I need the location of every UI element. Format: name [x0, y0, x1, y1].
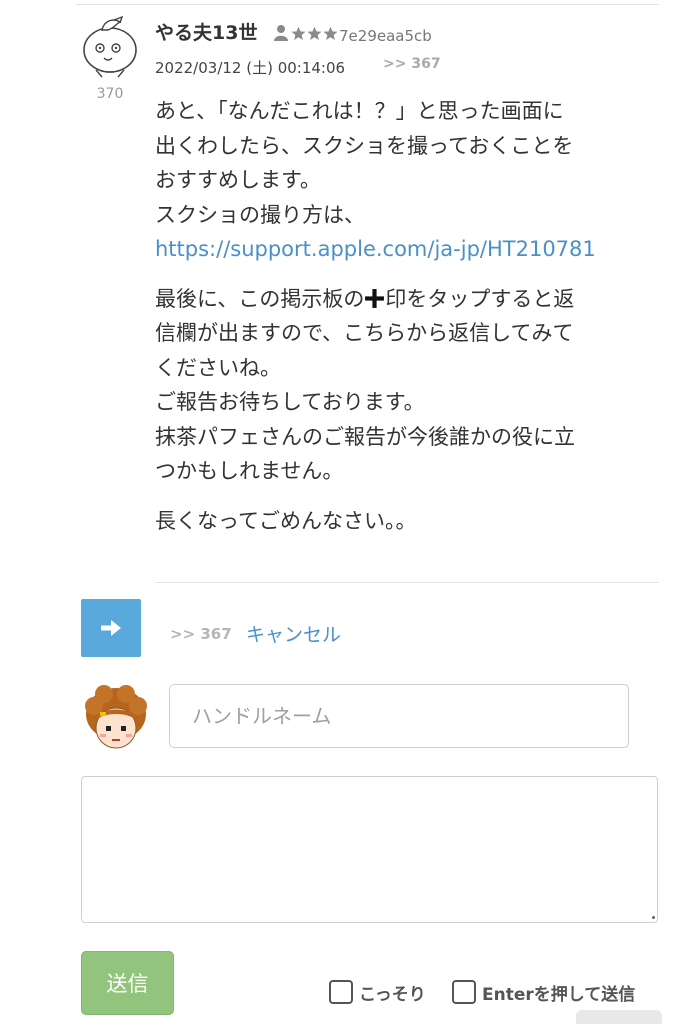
scroll-indicator[interactable] [576, 1010, 662, 1024]
handle-name-input[interactable] [169, 684, 629, 748]
cancel-reply-link[interactable]: キャンセル [246, 620, 341, 647]
support-link[interactable]: https://support.apple.com/ja-jp/HT210781 [155, 232, 665, 267]
body-line-part: 最後に、この掲示板の [155, 286, 365, 311]
user-id: 7e29eaa5cb [339, 27, 432, 45]
top-divider [76, 4, 659, 5]
body-line: 抹茶パフェさんのご報告が今後誰かの役に立 [155, 424, 575, 449]
message-textarea[interactable] [81, 776, 658, 923]
post-number: 370 [96, 86, 124, 102]
user-avatar-icon[interactable] [80, 684, 152, 756]
post-date: 2022/03/12 (土) 00:14:06 [155, 59, 346, 77]
body-line: つかもしれません。 [155, 459, 344, 483]
body-line: 出くわしたら、スクショを撮っておくことを [155, 133, 574, 158]
textarea-resize-handle[interactable] [652, 916, 655, 919]
body-line: 信欄が出ますので、こちらから返信してみて [155, 321, 574, 345]
reply-arrow-button[interactable] [81, 599, 141, 657]
secret-post-label: こっそり [359, 984, 426, 1005]
submit-button[interactable]: 送信 [81, 951, 174, 1015]
secret-post-checkbox[interactable] [329, 980, 353, 1004]
star-icon [323, 26, 338, 40]
person-rank-icon [274, 25, 288, 41]
body-line: ご報告お待ちしております。 [155, 390, 425, 414]
section-divider [155, 582, 659, 583]
enter-to-send-label: Enterを押して送信 [482, 984, 636, 1005]
post-paragraph: 最後に、この掲示板の 印をタップすると返 信欄が出ますので、こちらから返信してみて… [155, 282, 665, 489]
body-line: 長くなってごめんなさい。。 [155, 508, 417, 533]
reply-reference-link[interactable]: >> 367 [383, 56, 441, 72]
body-line: おすすめします。 [155, 168, 321, 192]
yaruo-avatar-icon[interactable] [80, 14, 140, 78]
body-line: くださいね。 [155, 355, 281, 380]
star-icon [291, 26, 306, 40]
enter-to-send-option[interactable]: Enterを押して送信 [452, 978, 635, 1006]
post-body: あと、「なんだこれは！？」と思った画面に 出くわしたら、スクショを撮っておくこと… [155, 94, 665, 553]
arrow-right-icon [101, 620, 121, 636]
plus-icon [365, 288, 385, 308]
body-line: 最後に、この掲示板の 印をタップすると返 [155, 282, 665, 317]
post-paragraph: 長くなってごめんなさい。。 [155, 504, 665, 539]
body-line: あと、「なんだこれは！？」と思った画面に [155, 99, 564, 123]
secret-post-option[interactable]: こっそり [329, 978, 426, 1006]
reply-target: >> 367 [170, 625, 232, 643]
enter-to-send-checkbox[interactable] [452, 980, 476, 1004]
body-line-part: 印をタップすると返 [385, 286, 575, 311]
star-icon [307, 26, 322, 40]
rank-badge [272, 24, 338, 42]
username[interactable]: やる夫13世 [155, 18, 257, 45]
body-line: スクショの撮り方は、 [155, 202, 365, 227]
post-paragraph: あと、「なんだこれは！？」と思った画面に 出くわしたら、スクショを撮っておくこと… [155, 94, 665, 267]
